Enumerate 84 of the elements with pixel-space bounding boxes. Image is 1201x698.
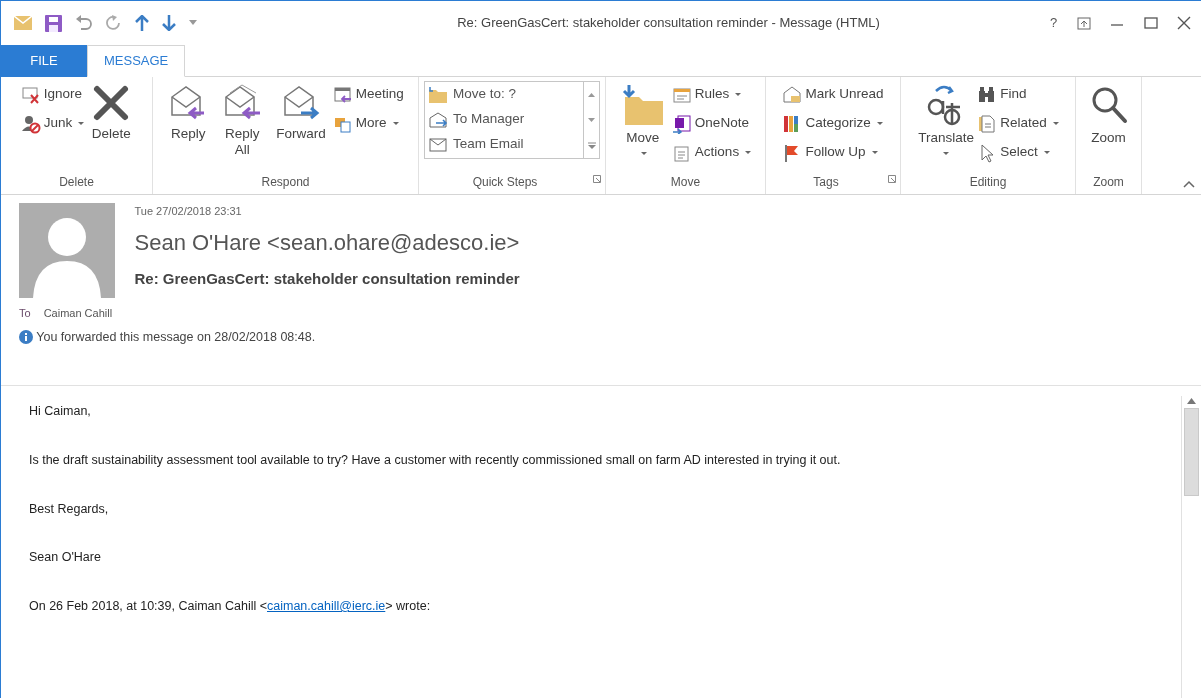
group-label: Zoom xyxy=(1093,175,1124,189)
folder-icon xyxy=(620,83,665,127)
scroll-up-icon[interactable] xyxy=(1187,398,1196,404)
quick-step[interactable]: Team Email xyxy=(425,132,583,157)
ribbon-button[interactable]: Delete xyxy=(88,81,135,172)
dropdown-caret-icon xyxy=(392,122,399,125)
ribbon-button[interactable]: Mark Unread xyxy=(780,81,886,108)
group-label: Quick Steps xyxy=(472,175,538,189)
help-button[interactable]: ? xyxy=(1050,13,1058,33)
dropdown-caret-icon xyxy=(1052,122,1059,125)
ribbon-button[interactable]: Rules xyxy=(669,81,754,108)
ribbon-button[interactable]: Zoom xyxy=(1083,81,1134,172)
down-arrow-icon[interactable] xyxy=(162,15,176,31)
junk-icon xyxy=(20,113,41,134)
dropdown-caret-icon xyxy=(78,122,85,125)
redo-icon[interactable] xyxy=(106,15,122,31)
ribbon-button[interactable]: More xyxy=(330,110,406,137)
ribbon-button[interactable]: Actions xyxy=(669,139,754,166)
dialog-launcher-icon[interactable] xyxy=(593,175,601,184)
quick-step[interactable]: Move to: ? xyxy=(425,82,583,107)
group-label: Tags xyxy=(813,175,839,189)
envelope-icon xyxy=(782,84,803,105)
info-icon xyxy=(19,329,33,344)
ribbon-button[interactable]: Related xyxy=(975,110,1061,137)
ribbon-button[interactable]: Ignore xyxy=(18,81,87,108)
ribbon-button[interactable]: Reply All xyxy=(213,81,272,172)
ribbon-button[interactable]: Junk xyxy=(18,110,87,137)
folder-icon xyxy=(428,85,448,104)
ribbon-button[interactable]: Find xyxy=(975,81,1061,108)
onenote-icon xyxy=(671,113,692,134)
close-icon[interactable] xyxy=(1177,16,1192,30)
ignore-icon xyxy=(20,84,41,105)
dropdown-caret-icon xyxy=(942,152,949,156)
collapse-ribbon-icon[interactable] xyxy=(1182,179,1195,188)
save-icon[interactable] xyxy=(45,14,62,32)
group-label: Editing xyxy=(969,175,1007,189)
dropdown-caret-icon xyxy=(735,93,742,96)
quote-header: On 26 Feb 2018, at 10:39, Caiman Cahill <caiman.cahill@ierc.ie> wrote: xyxy=(29,598,432,615)
body-paragraph: Is the draft sustainability assessment tool available to try? Have a customer with recently commissioned small on farm AD interested in trying it out. xyxy=(29,451,842,469)
scrollbar-thumb[interactable] xyxy=(1184,408,1199,496)
ribbon-display-icon[interactable] xyxy=(1076,16,1091,30)
dropdown-caret-icon xyxy=(641,152,648,156)
calendar-icon xyxy=(332,84,353,105)
dialog-launcher-icon[interactable] xyxy=(888,175,896,184)
sender: Sean O'Hare <sean.ohare@adesco.ie> xyxy=(134,228,520,257)
scroll-up-icon[interactable] xyxy=(588,92,595,97)
body-paragraph: Sean O'Hare xyxy=(29,549,102,567)
to-label: To xyxy=(19,305,31,321)
customize-icon[interactable] xyxy=(189,20,197,26)
ribbon-tab[interactable]: MESSAGE xyxy=(87,45,186,77)
up-arrow-icon[interactable] xyxy=(135,15,149,31)
email-link[interactable]: caiman.cahill@ierc.ie xyxy=(267,599,386,613)
group-label: Respond xyxy=(261,175,310,189)
subject: Re: GreenGasCert: stakeholder consultation reminder xyxy=(134,268,520,289)
group-label: Move xyxy=(670,175,701,189)
dropdown-caret-icon xyxy=(1043,151,1050,154)
ribbon-button[interactable]: Follow Up xyxy=(780,139,886,166)
ribbon-button[interactable]: Translate xyxy=(915,81,974,172)
quick-step[interactable]: To Manager xyxy=(425,107,583,132)
body-paragraph: Hi Caiman, xyxy=(29,403,92,420)
ribbon-button[interactable]: Reply xyxy=(165,81,212,172)
undo-icon[interactable] xyxy=(75,15,93,31)
sent-date: Tue 27/02/2018 23:31 xyxy=(134,204,243,219)
dropdown-caret-icon xyxy=(745,151,752,154)
dropdown-caret-icon xyxy=(876,122,883,125)
window-title: Re: GreenGasCert: stakeholder consultation reminder - Message (HTML) xyxy=(457,15,880,31)
ribbon-button[interactable]: Move xyxy=(617,81,668,172)
maximize-icon[interactable] xyxy=(1143,17,1158,29)
ribbon-button[interactable]: Meeting xyxy=(330,81,406,108)
file-tab[interactable]: FILE xyxy=(1,45,87,77)
ribbon-button[interactable]: Forward xyxy=(273,81,329,172)
envelope-icon xyxy=(428,110,448,129)
dropdown-caret-icon xyxy=(871,151,878,154)
info-bar-text: You forwarded this message on 28/02/2018 08:48. xyxy=(36,328,316,346)
scroll-down-icon[interactable] xyxy=(588,118,595,122)
expand-gallery-icon[interactable] xyxy=(587,141,596,149)
recipient[interactable]: Caiman Cahill xyxy=(43,304,113,321)
document-icon xyxy=(977,113,998,134)
group-label: Delete xyxy=(59,175,94,189)
body-paragraph: Best Regards, xyxy=(29,500,110,518)
ribbon-button[interactable]: OneNote xyxy=(669,110,754,137)
ribbon-button[interactable]: Categorize xyxy=(780,110,886,137)
ribbon-button[interactable]: Select xyxy=(975,139,1061,166)
envelope-icon xyxy=(428,135,448,154)
